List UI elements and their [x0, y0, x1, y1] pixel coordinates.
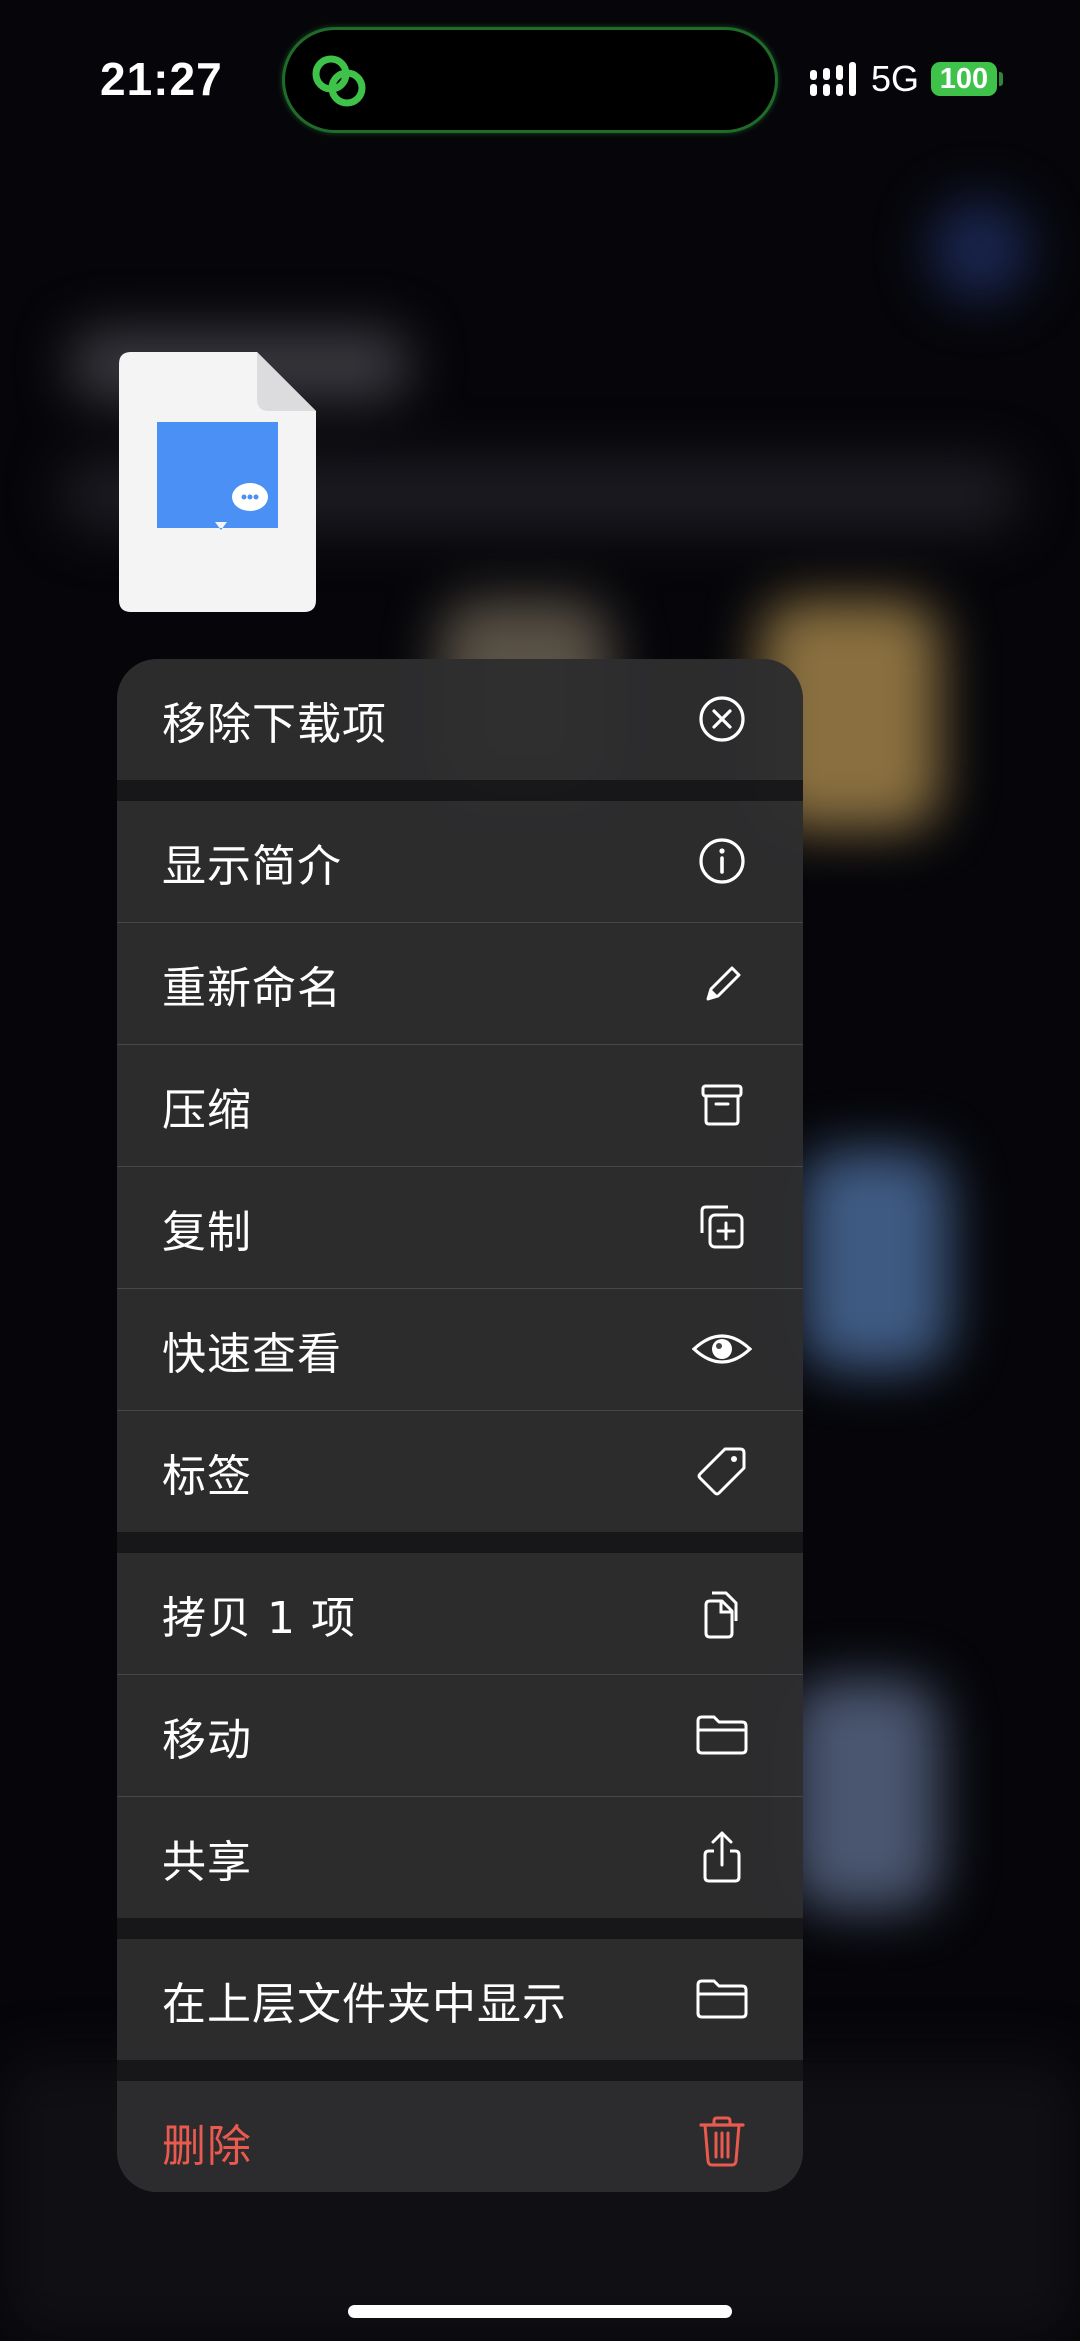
network-type: 5G: [871, 58, 920, 99]
circle-x-icon: [699, 696, 745, 742]
screen: 21:27 5G 100 移除下载项 显示简介 重新命名 压缩 复制 快速查看 …: [0, 0, 1080, 2341]
folder-icon: [696, 1715, 748, 1755]
menu-item-duplicate[interactable]: 复制: [117, 1166, 803, 1288]
menu-group-separator: [117, 1532, 803, 1553]
menu-item-label: 复制: [162, 1206, 252, 1258]
tag-icon: [697, 1447, 746, 1496]
trash-icon: [699, 2116, 745, 2167]
menu-item-compress[interactable]: 压缩: [117, 1044, 803, 1166]
context-menu: 移除下载项 显示简介 重新命名 压缩 复制 快速查看 标签 拷贝 1 项 移动 …: [117, 659, 803, 2192]
menu-item-move[interactable]: 移动: [117, 1674, 803, 1796]
pencil-icon: [706, 966, 741, 1001]
share-icon: [703, 1831, 741, 1883]
menu-item-copy[interactable]: 拷贝 1 项: [117, 1553, 803, 1674]
link-rings-icon: [312, 55, 366, 107]
menu-item-quick-look[interactable]: 快速查看: [117, 1288, 803, 1410]
menu-item-delete[interactable]: 删除: [117, 2081, 803, 2192]
menu-item-label: 显示简介: [162, 840, 342, 892]
dynamic-island[interactable]: [282, 27, 778, 133]
menu-item-get-info[interactable]: 显示简介: [117, 801, 803, 922]
eye-icon: [692, 1334, 752, 1364]
menu-item-rename[interactable]: 重新命名: [117, 922, 803, 1044]
battery-indicator: 100: [931, 62, 997, 96]
menu-group-separator: [117, 2060, 803, 2081]
menu-item-remove-download[interactable]: 移除下载项: [117, 659, 803, 780]
archive-box-icon: [701, 1084, 743, 1126]
cellular-signal-icon: [810, 62, 856, 96]
menu-item-label: 快速查看: [162, 1328, 342, 1380]
duplicate-plus-icon: [700, 1205, 744, 1249]
home-indicator[interactable]: [348, 2305, 732, 2318]
status-time: 21:27: [100, 53, 223, 105]
battery-cap: [999, 72, 1003, 86]
document-with-chat-icon: [119, 352, 316, 612]
menu-item-tags[interactable]: 标签: [117, 1410, 803, 1532]
menu-item-label: 拷贝 1 项: [162, 1592, 356, 1644]
menu-item-label: 在上层文件夹中显示: [162, 1978, 567, 2030]
menu-item-show-in-enclosing-folder[interactable]: 在上层文件夹中显示: [117, 1939, 803, 2060]
menu-item-label: 移动: [162, 1714, 252, 1766]
menu-item-label: 压缩: [162, 1084, 252, 1136]
menu-item-label: 删除: [162, 2120, 252, 2172]
info-circle-icon: [699, 838, 745, 884]
menu-item-label: 共享: [162, 1836, 252, 1888]
copy-documents-icon: [704, 1591, 738, 1639]
menu-item-label: 重新命名: [162, 962, 342, 1014]
folder-icon: [696, 1979, 748, 2019]
menu-item-label: 标签: [162, 1450, 252, 1502]
menu-item-label: 移除下载项: [162, 698, 387, 750]
menu-group-separator: [117, 780, 803, 801]
menu-item-share[interactable]: 共享: [117, 1796, 803, 1918]
menu-group-separator: [117, 1918, 803, 1939]
